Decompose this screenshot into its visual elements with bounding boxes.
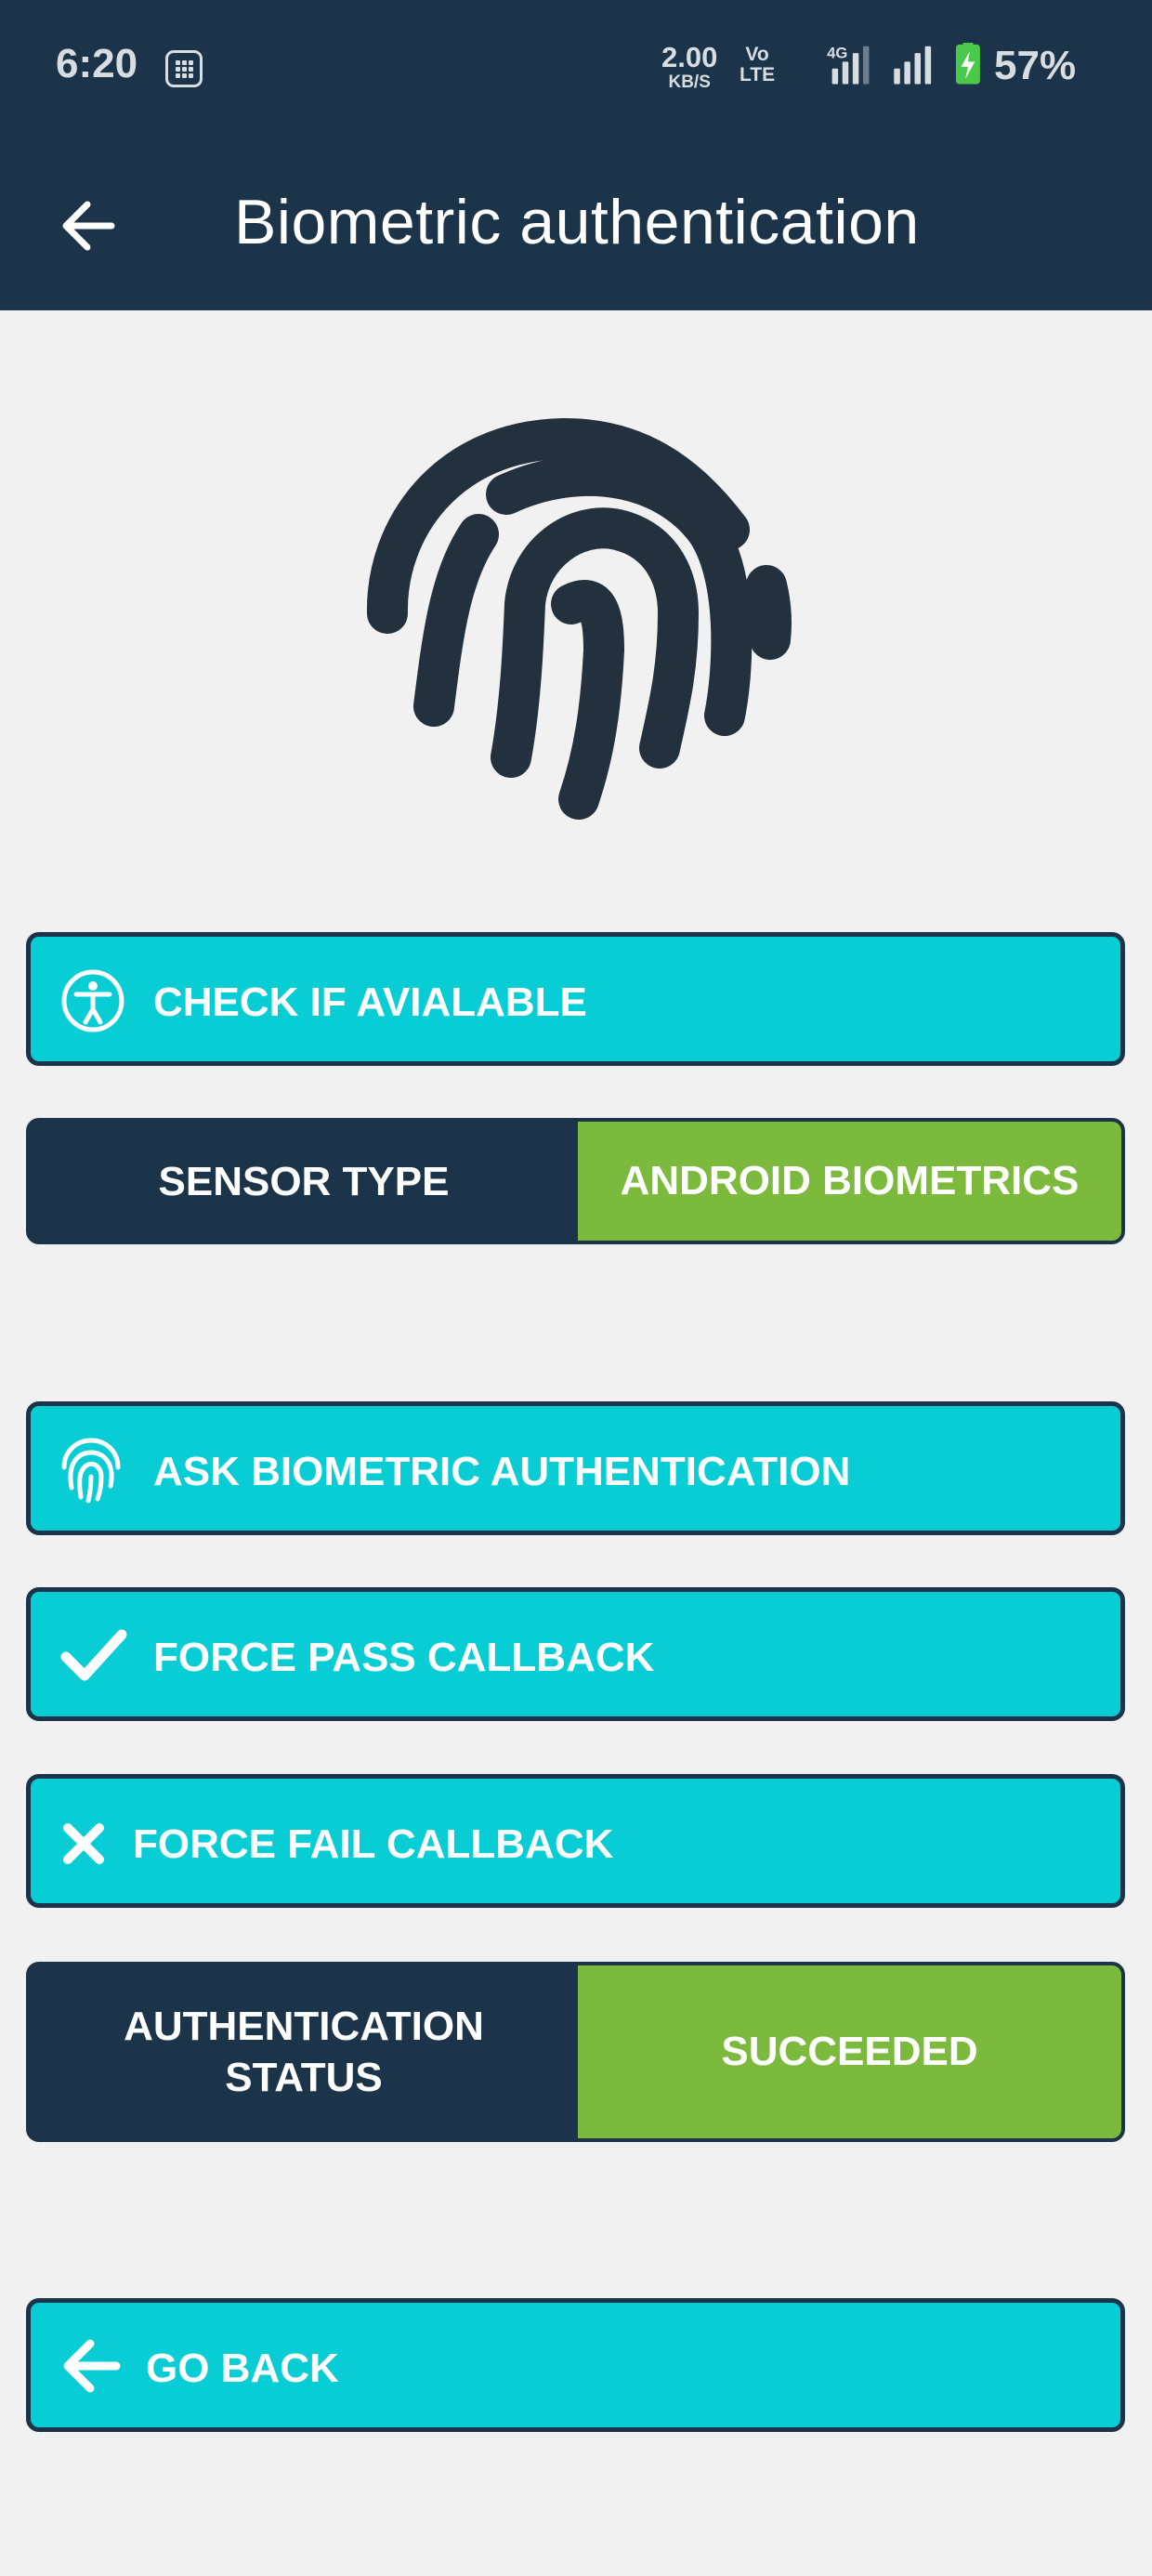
network-speed: 2.00 KB/S (661, 43, 717, 91)
status-bar: 6:20 2.00 KB/S Vo LTE 4G 57% (0, 0, 1152, 139)
signal-strength-icon-2 (894, 46, 932, 85)
calculator-notification-icon (165, 50, 203, 87)
force-fail-callback-button[interactable]: FORCE FAIL CALLBACK (26, 1774, 1125, 1908)
fingerprint-icon (366, 417, 792, 820)
network-speed-unit: KB/S (668, 72, 711, 92)
force-pass-callback-button[interactable]: FORCE PASS CALLBACK (26, 1587, 1125, 1721)
arrow-left-icon[interactable] (56, 193, 121, 258)
go-back-label: GO BACK (146, 2346, 339, 2391)
ask-biometric-auth-button[interactable]: ASK BIOMETRIC AUTHENTICATION (26, 1401, 1125, 1535)
fingerprint-icon (61, 1438, 121, 1504)
go-back-button[interactable]: GO BACK (26, 2298, 1125, 2432)
volte-top: Vo (745, 44, 769, 65)
status-time: 6:20 (56, 41, 138, 86)
battery-percent: 57% (994, 43, 1077, 88)
authentication-status-label-line1: AUTHENTICATION (124, 2004, 484, 2049)
check-available-button[interactable]: CHECK IF AVIALABLE (26, 932, 1125, 1066)
sensor-type-value: ANDROID BIOMETRICS (578, 1122, 1121, 1241)
authentication-status-value: SUCCEEDED (578, 1965, 1121, 2138)
arrow-left-icon (63, 2339, 121, 2393)
check-icon (60, 1629, 127, 1681)
app-bar: Biometric authentication (0, 139, 1152, 310)
accessibility-icon (61, 969, 124, 1032)
sensor-type-label: SENSOR TYPE (158, 1158, 450, 1204)
sensor-type-row: SENSOR TYPE ANDROID BIOMETRICS (26, 1118, 1125, 1244)
check-available-label: CHECK IF AVIALABLE (153, 979, 587, 1025)
ask-biometric-auth-label: ASK BIOMETRIC AUTHENTICATION (153, 1449, 851, 1494)
battery-charging-icon (955, 43, 980, 85)
volte-bottom: LTE (740, 64, 776, 86)
authentication-status-row: AUTHENTICATION STATUS SUCCEEDED (26, 1962, 1125, 2142)
close-icon (63, 1823, 104, 1864)
force-pass-callback-label: FORCE PASS CALLBACK (153, 1635, 655, 1680)
authentication-status-label-line2: STATUS (225, 2055, 383, 2100)
authentication-status-label: AUTHENTICATION STATUS (30, 1965, 578, 2138)
network-type-label: 4G (827, 45, 847, 62)
force-fail-callback-label: FORCE FAIL CALLBACK (133, 1821, 614, 1867)
volte-indicator: Vo LTE (740, 44, 776, 86)
network-speed-value: 2.00 (661, 41, 718, 73)
page-title: Biometric authentication (234, 187, 920, 257)
signal-icons: 4G (827, 43, 980, 85)
